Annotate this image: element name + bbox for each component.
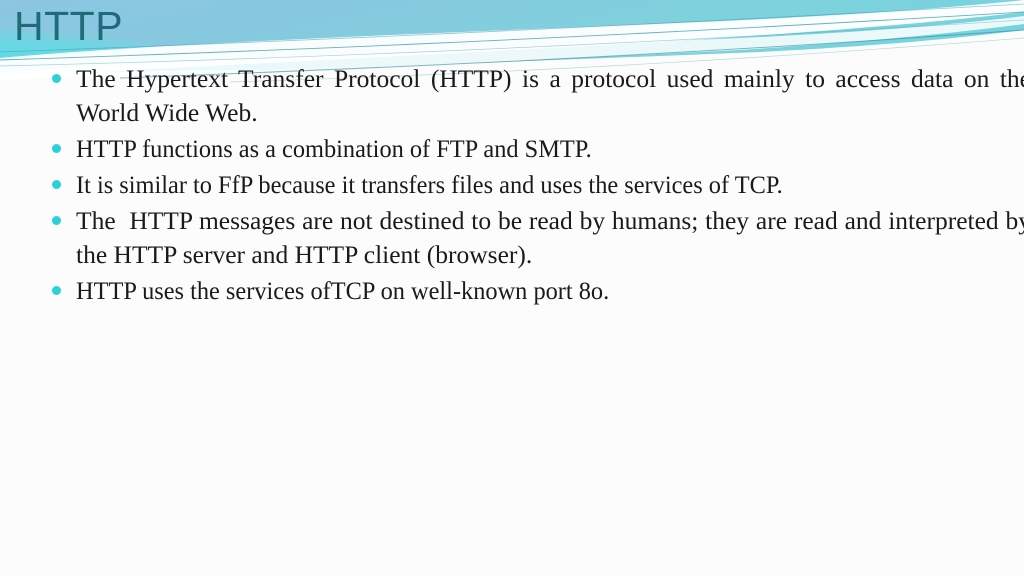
list-item: HTTP functions as a combination of FTP a… [46,132,1006,166]
list-item-text: The HTTP messages are not destined to be… [76,206,1024,269]
list-item-text: HTTP uses the services ofTCP on well-kno… [76,276,610,305]
list-item: HTTP uses the services ofTCP on well-kno… [46,274,1006,308]
slide-body-content: The Hypertext Transfer Protocol (HTTP) i… [46,62,1024,310]
list-item-text: The Hypertext Transfer Protocol (HTTP) i… [76,64,1024,127]
bullet-dot-icon [52,74,61,83]
list-item: The Hypertext Transfer Protocol (HTTP) i… [46,62,1024,130]
bullet-dot-icon [52,180,61,189]
list-item: The HTTP messages are not destined to be… [46,204,1024,272]
bullet-dot-icon [52,286,61,295]
list-item-text: HTTP functions as a combination of FTP a… [76,134,592,163]
bullet-dot-icon [52,144,61,153]
bullet-dot-icon [52,216,61,225]
list-item-text: It is similar to FfP because it transfer… [76,170,783,199]
page-title: HTTP [14,3,124,49]
list-item: It is similar to FfP because it transfer… [46,168,1006,202]
presentation-slide: HTTP The Hypertext Transfer Protocol (HT… [0,0,1024,576]
